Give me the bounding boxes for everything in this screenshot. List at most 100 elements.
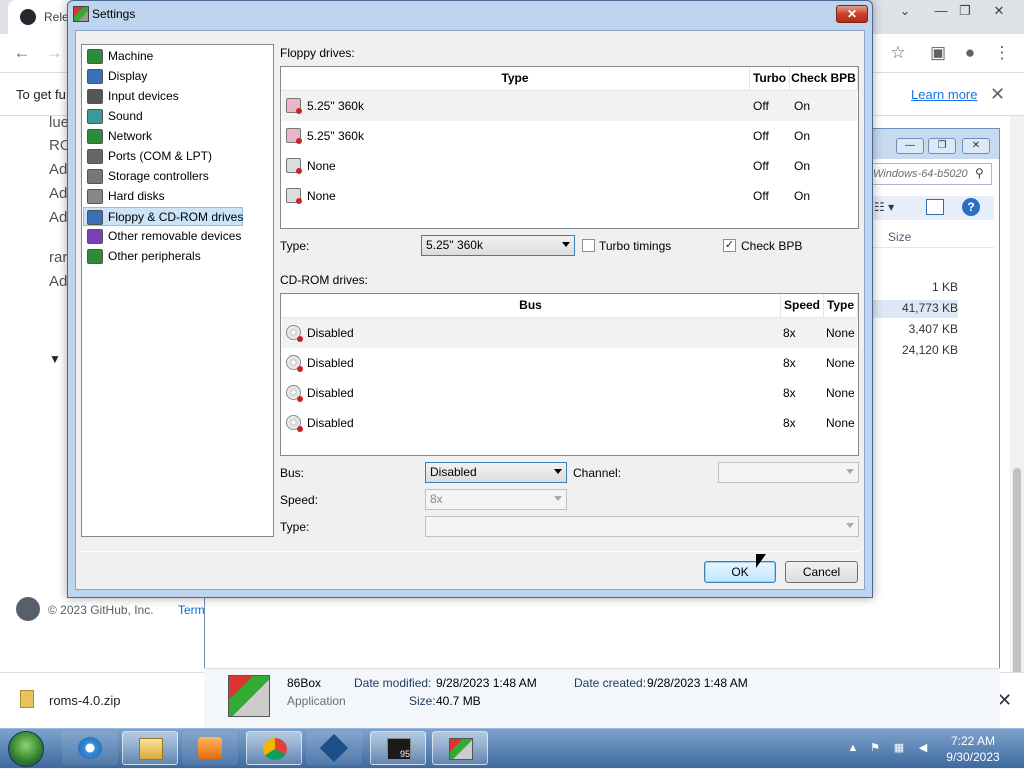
cdrom-type-label: Type: — [280, 520, 310, 534]
volume-muted-icon[interactable]: ◀ — [916, 742, 930, 754]
settings-category-item[interactable]: Input devices — [84, 87, 272, 106]
drive-status-dot — [297, 366, 303, 372]
settings-category-item[interactable]: Hard disks — [84, 187, 272, 206]
show-hidden-icons-icon[interactable]: ▲ — [846, 742, 860, 754]
explorer-maximize-icon[interactable]: ❐ — [928, 138, 956, 154]
column-header-cd-type[interactable]: Type — [824, 294, 858, 318]
infobar-text: To get fu — [16, 87, 66, 102]
github-terms-link[interactable]: Term — [178, 603, 205, 617]
floppy-type-select[interactable]: 5.25" 360k — [421, 235, 575, 256]
taskbar-app[interactable] — [306, 731, 362, 765]
drive-status-dot — [296, 138, 302, 144]
taskbar-app[interactable]: 95 — [370, 731, 426, 765]
cdrom-drive-row[interactable]: Disabled 8x None — [282, 318, 857, 348]
back-arrow-icon[interactable]: ← — [12, 43, 32, 63]
column-header-turbo[interactable]: Turbo — [750, 67, 790, 91]
column-header-check-bpb[interactable]: Check BPB — [790, 67, 858, 91]
file-size: 24,120 KB — [901, 343, 958, 357]
cdrom-disabled-icon — [286, 325, 303, 342]
check-bpb-checkbox[interactable]: ✓ — [723, 239, 736, 252]
cdrom-type-cell: None — [826, 416, 855, 430]
floppy-drive-row[interactable]: 5.25" 360k Off On — [282, 121, 857, 151]
cdrom-speed-cell: 8x — [783, 326, 796, 340]
cdrom-drives-list[interactable]: Bus Speed Type Disabled 8x None Disabled 8x N… — [280, 293, 859, 456]
network-tray-icon[interactable]: ▦ — [892, 742, 906, 754]
settings-category-item[interactable]: Machine — [84, 47, 272, 66]
hard-disk-icon — [87, 189, 103, 204]
settings-category-item[interactable]: Other removable devices — [84, 227, 272, 246]
forward-arrow-icon[interactable]: → — [44, 43, 64, 63]
help-icon[interactable]: ? — [962, 198, 980, 216]
settings-category-item[interactable]: Display — [84, 67, 272, 86]
settings-category-item[interactable]: Storage controllers — [84, 167, 272, 186]
explorer-close-icon[interactable]: ✕ — [962, 138, 990, 154]
download-filename[interactable]: roms-4.0.zip — [49, 693, 121, 708]
infobar-close-icon[interactable]: ✕ — [990, 84, 1005, 105]
browser-tab-title: Rele — [44, 10, 69, 24]
floppy-drive-row[interactable]: 5.25" 360k Off On — [282, 91, 857, 121]
tray-clock[interactable]: 7:22 AM 9/30/2023 — [940, 733, 1006, 765]
settings-category-item[interactable]: Floppy & CD-ROM drives — [83, 207, 243, 226]
floppy-turbo-cell: Off — [753, 99, 769, 113]
cdrom-bus-select[interactable]: Disabled — [425, 462, 567, 483]
dropdown-arrow-icon — [554, 469, 562, 474]
column-header-bus[interactable]: Bus — [281, 294, 781, 318]
start-button-icon[interactable] — [8, 731, 44, 767]
taskbar-app[interactable] — [246, 731, 302, 765]
cancel-button[interactable]: Cancel — [785, 561, 858, 583]
search-icon[interactable]: ⚲ — [975, 166, 984, 180]
network-icon — [87, 129, 103, 144]
floppy-type-label: Type: — [280, 239, 310, 253]
page-scrollbar[interactable] — [1010, 116, 1024, 768]
cdrom-speed-select[interactable]: 8x — [425, 489, 567, 510]
collapse-triangle-icon[interactable]: ▼ — [49, 352, 61, 366]
dropdown-arrow-icon — [846, 523, 854, 528]
explorer-search-input[interactable]: Windows-64-b5020 — [870, 163, 992, 185]
folder-icon — [139, 738, 163, 760]
cdrom-drive-row[interactable]: Disabled 8x None — [282, 408, 857, 438]
taskbar-app[interactable] — [122, 731, 178, 765]
details-date-created-label: Date created: — [574, 676, 647, 690]
column-header-speed[interactable]: Speed — [781, 294, 824, 318]
taskbar-app[interactable] — [182, 731, 238, 765]
side-panel-icon[interactable]: ▣ — [928, 43, 948, 63]
close-icon[interactable]: ✕ — [984, 2, 1014, 20]
settings-category-item[interactable]: Other peripherals — [84, 247, 272, 266]
floppy-icon — [286, 128, 302, 144]
learn-more-link[interactable]: Learn more — [911, 87, 977, 102]
floppy-drives-list[interactable]: Type Turbo Check BPB 5.25" 360k Off On 5.25… — [280, 66, 859, 229]
settings-category-item[interactable]: Ports (COM & LPT) — [84, 147, 272, 166]
menu-kebab-icon[interactable]: ⋮ — [992, 43, 1012, 63]
floppy-check-bpb-cell: On — [794, 189, 811, 203]
cdrom-drive-row[interactable]: Disabled 8x None — [282, 348, 857, 378]
settings-category-label: Input devices — [108, 89, 179, 103]
floppy-type-cell: 5.25" 360k — [307, 129, 364, 143]
floppy-turbo-cell: Off — [753, 189, 769, 203]
column-header-type[interactable]: Type — [281, 67, 750, 91]
explorer-minimize-icon[interactable]: — — [896, 138, 924, 154]
explorer-column-header[interactable]: Size — [870, 226, 994, 248]
cdrom-drive-row[interactable]: Disabled 8x None — [282, 378, 857, 408]
page-text-line: Ad — [49, 185, 68, 202]
maximize-icon[interactable]: ❐ — [950, 2, 980, 20]
tab-search-chevron-icon[interactable]: ⌄ — [890, 2, 920, 20]
settings-category-item[interactable]: Network — [84, 127, 272, 146]
settings-category-item[interactable]: Sound — [84, 107, 272, 126]
floppy-type-cell: None — [307, 159, 336, 173]
floppy-drive-row[interactable]: None Off On — [282, 151, 857, 181]
86box-icon — [449, 738, 473, 760]
bookmark-star-icon[interactable]: ☆ — [888, 43, 908, 63]
profile-avatar-icon[interactable]: ● — [960, 43, 980, 63]
dialog-close-button[interactable]: ✕ — [836, 5, 868, 23]
preview-pane-icon[interactable] — [926, 199, 944, 215]
floppy-drive-row[interactable]: None Off On — [282, 181, 857, 211]
turbo-timings-checkbox[interactable] — [582, 239, 595, 252]
view-options-icon[interactable]: ☷ ▾ — [874, 200, 894, 214]
cdrom-channel-select[interactable] — [718, 462, 859, 483]
cdrom-type-select[interactable] — [425, 516, 859, 537]
action-center-icon[interactable]: ⚑ — [868, 742, 882, 754]
taskbar-app[interactable] — [62, 731, 118, 765]
settings-category-label: Machine — [108, 49, 154, 63]
details-date-created: 9/28/2023 1:48 AM — [647, 676, 748, 690]
taskbar-app[interactable] — [432, 731, 488, 765]
